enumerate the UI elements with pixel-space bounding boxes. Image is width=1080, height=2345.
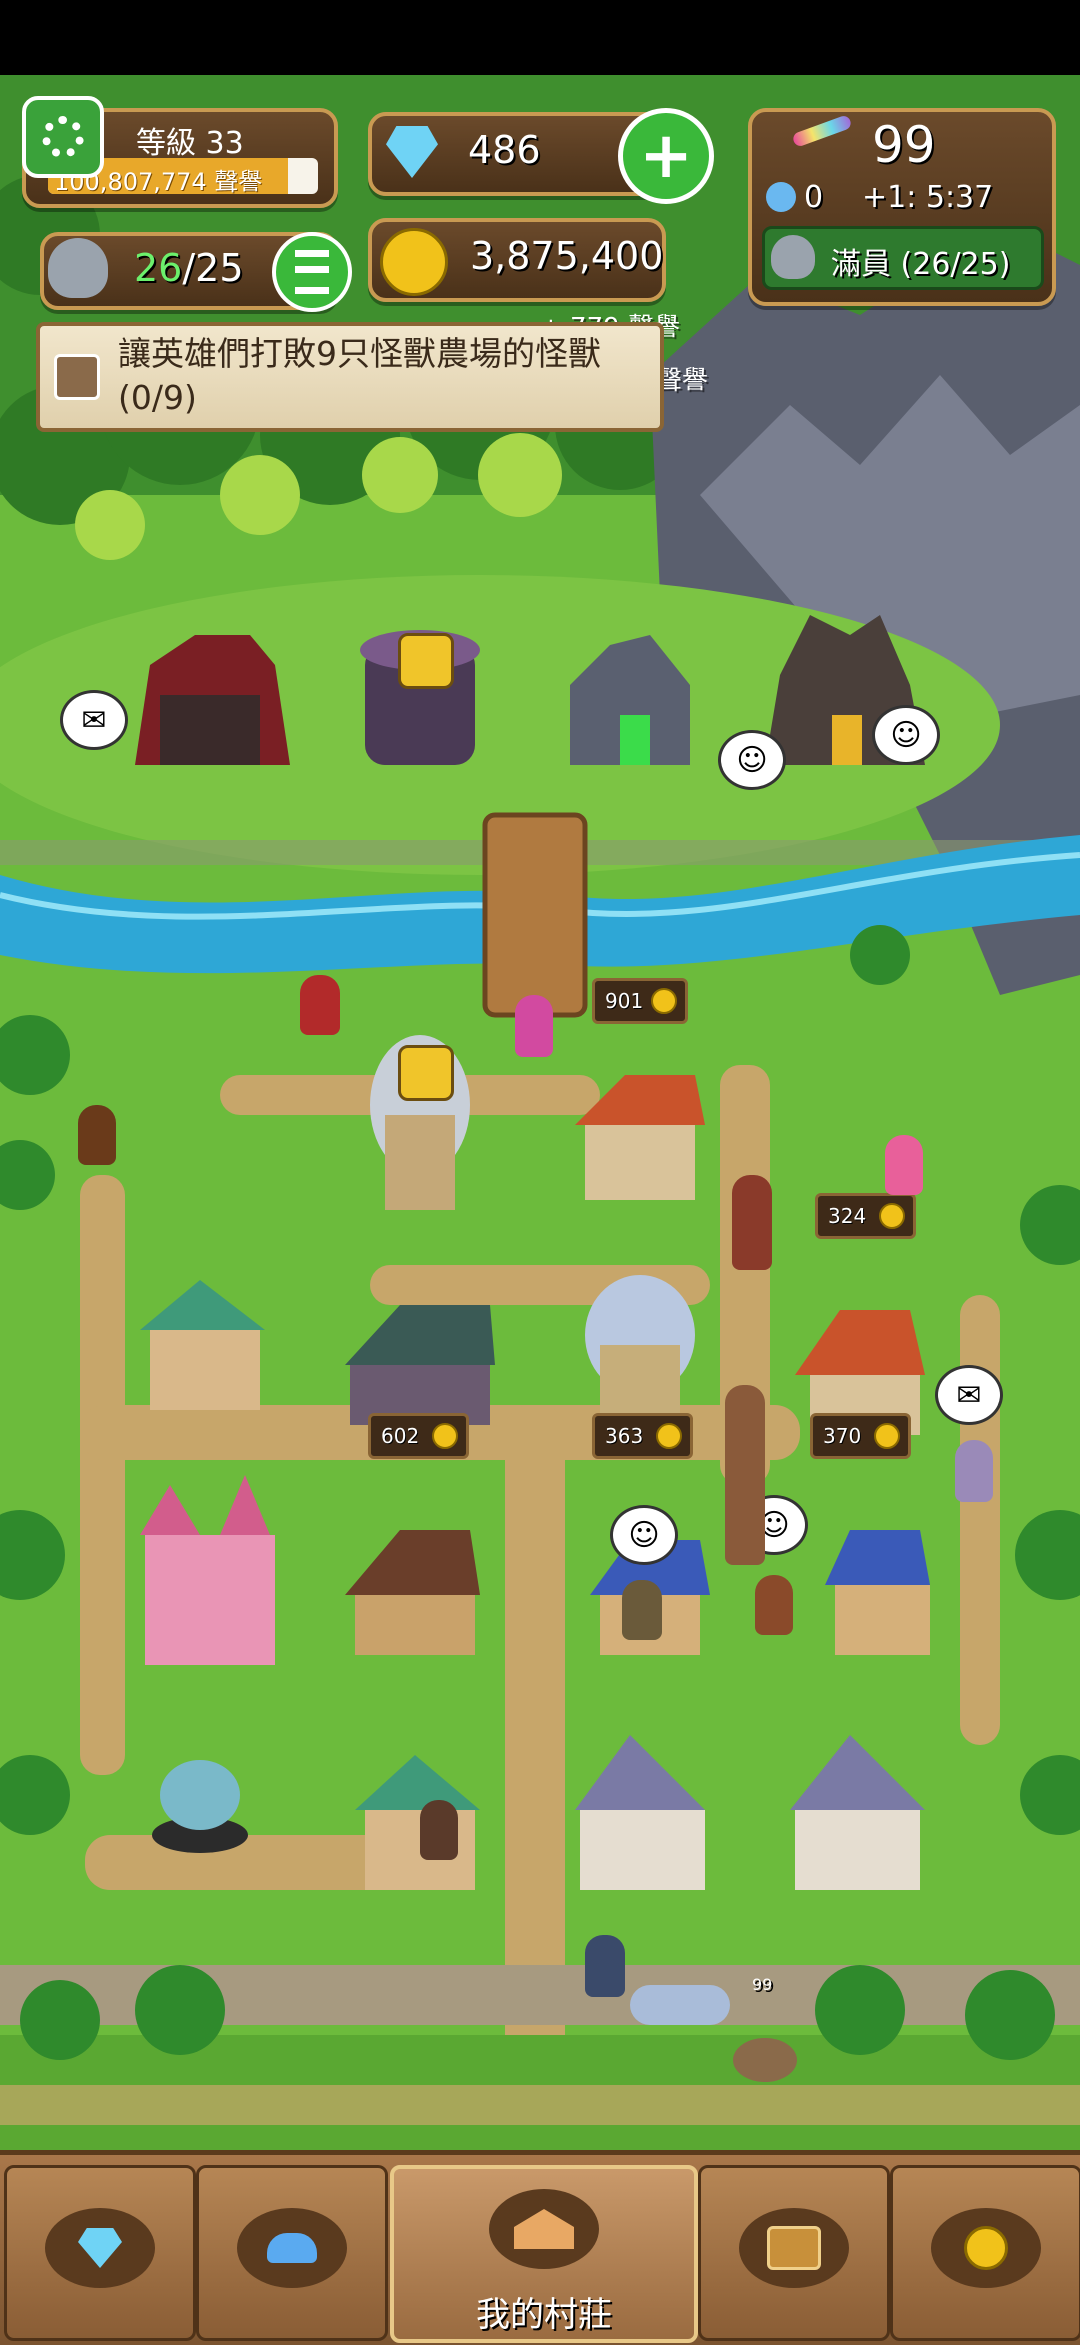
heroes-icon (237, 2208, 347, 2288)
heroes-list-button[interactable] (272, 232, 352, 312)
gems-value: 486 (468, 128, 541, 172)
bottom-nav: 我的村莊 (0, 2150, 1080, 2345)
list-icon (295, 250, 329, 294)
candy-panel[interactable]: 99 0 +1: 5:37 滿員 (26/25) (748, 108, 1056, 306)
capacity-box: 滿員 (26/25) (762, 226, 1044, 290)
income-badge[interactable]: 370 (810, 1413, 911, 1459)
lock-icon[interactable] (398, 633, 454, 689)
income-badge[interactable]: 602 (368, 1413, 469, 1459)
nav-gems[interactable] (4, 2165, 196, 2341)
candy-cane-icon (791, 114, 853, 148)
helmet-icon (771, 235, 815, 279)
nav-label: 我的村莊 (476, 2295, 612, 2335)
quest-text: 讓英雄們打敗9只怪獸農場的怪獸 (0/9) (118, 334, 601, 417)
income-badge[interactable]: 363 (592, 1413, 693, 1459)
income-value: 602 (381, 1424, 420, 1448)
hero-character[interactable] (420, 1800, 458, 1860)
quest-checkbox[interactable] (54, 354, 100, 400)
gem-icon (45, 2208, 155, 2288)
hero-character[interactable] (885, 1135, 923, 1195)
hero-character[interactable] (300, 975, 340, 1035)
nav-my-village[interactable]: 我的村莊 (390, 2165, 698, 2343)
hero-character[interactable] (585, 1935, 625, 1997)
level-label: 等級 33 (136, 126, 244, 161)
settings-button[interactable] (22, 96, 104, 178)
chest-icon (739, 2208, 849, 2288)
heroes-max: /25 (182, 246, 244, 290)
heroes-count: 26 (134, 246, 183, 290)
income-badge[interactable]: 901 (592, 978, 688, 1024)
coin-icon (380, 228, 448, 296)
income-value: 324 (828, 1204, 867, 1228)
pot-count: 99 (752, 1975, 773, 1994)
nav-heroes[interactable] (196, 2165, 388, 2341)
hero-character[interactable] (515, 995, 553, 1057)
refill-timer: +1: 5:37 (862, 180, 994, 215)
hero-character[interactable] (955, 1440, 993, 1502)
capacity-label: 滿員 (26/25) (831, 247, 1011, 282)
add-gems-button[interactable]: + (618, 108, 714, 204)
gear-icon (42, 116, 84, 158)
coin-icon (432, 1423, 458, 1449)
gem-icon (386, 126, 438, 178)
gold-panel[interactable]: 3,875,400 (368, 218, 666, 302)
thought-bubble[interactable]: ✉ (935, 1365, 1003, 1425)
income-value: 370 (823, 1424, 862, 1448)
hero-character[interactable] (732, 1175, 772, 1270)
medal-icon (931, 2208, 1041, 2288)
wizard-tower (585, 1275, 695, 1435)
nav-chest[interactable] (698, 2165, 890, 2341)
coin-icon (656, 1423, 682, 1449)
happy-bubble[interactable]: ☺ (610, 1505, 678, 1565)
happy-bubble[interactable]: ☺ (718, 730, 786, 790)
coin-icon (874, 1423, 900, 1449)
hero-character[interactable] (725, 1385, 765, 1565)
thought-bubble[interactable]: ✉ (60, 690, 128, 750)
coin-icon (651, 988, 677, 1014)
lock-icon[interactable] (398, 1045, 454, 1101)
village-icon (489, 2189, 599, 2269)
income-value: 901 (605, 989, 644, 1013)
happy-bubble[interactable]: ☺ (872, 705, 940, 765)
unicorn-count: 0 (804, 180, 824, 215)
nav-achievements[interactable] (890, 2165, 1080, 2341)
helmet-icon (48, 238, 108, 298)
sleeping-creature[interactable] (630, 1985, 730, 2025)
hero-character[interactable] (622, 1580, 662, 1640)
status-bar (0, 0, 1080, 75)
coin-icon (879, 1203, 905, 1229)
unicorn-icon (766, 182, 796, 212)
quest-banner[interactable]: 讓英雄們打敗9只怪獸農場的怪獸 (0/9) (36, 322, 664, 432)
gold-value: 3,875,400 (470, 234, 664, 278)
plus-icon: + (639, 119, 693, 193)
income-badge[interactable]: 324 (815, 1193, 916, 1239)
hero-character[interactable] (755, 1575, 793, 1635)
candy-value: 99 (872, 116, 936, 174)
income-value: 363 (605, 1424, 644, 1448)
hero-character[interactable] (78, 1105, 116, 1165)
